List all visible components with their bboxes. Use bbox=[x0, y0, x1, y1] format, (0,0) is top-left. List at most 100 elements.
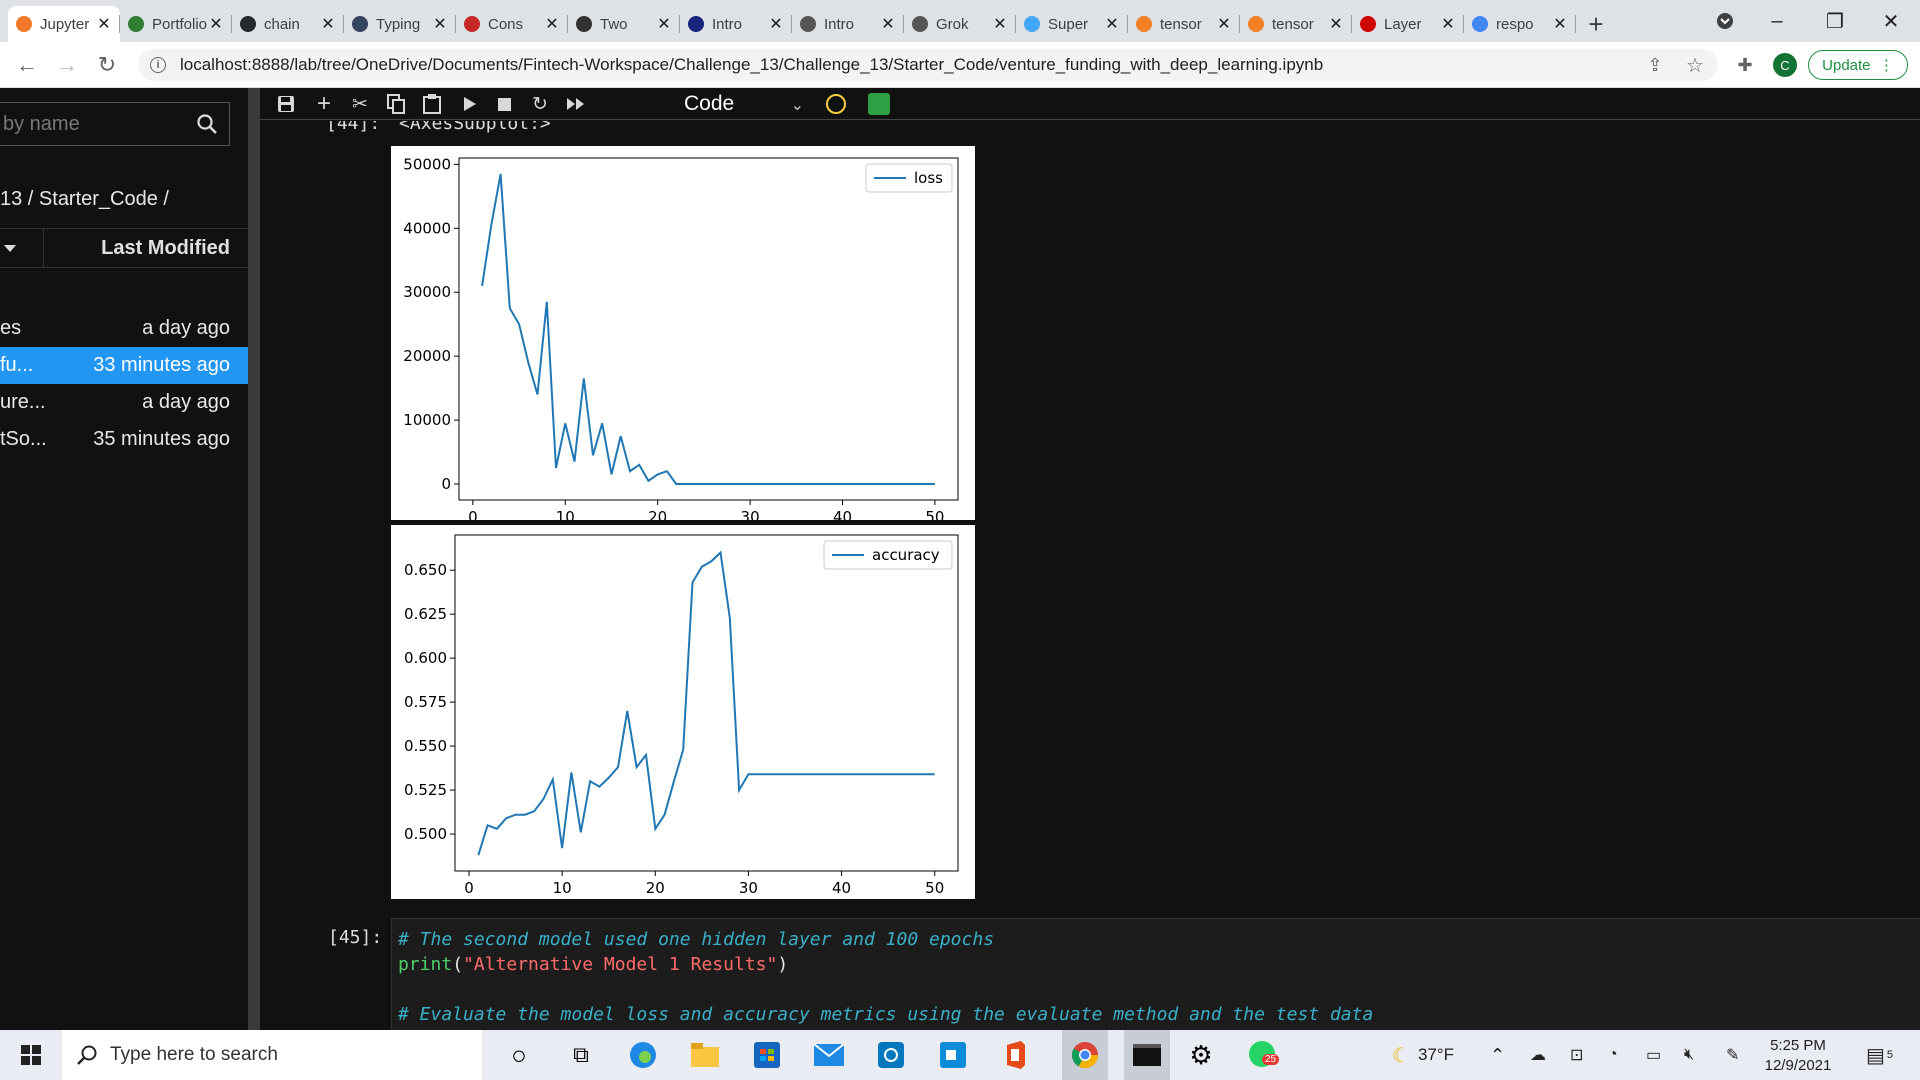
file-row[interactable]: tSo... 35 minutes ago bbox=[0, 421, 248, 458]
browser-tab[interactable]: Typing ✕ bbox=[344, 6, 456, 42]
edge-icon[interactable] bbox=[628, 1040, 658, 1070]
x-tick-label: 40 bbox=[833, 508, 852, 520]
browser-tab[interactable]: Grok ✕ bbox=[904, 6, 1016, 42]
file-row[interactable]: es a day ago bbox=[0, 310, 248, 347]
close-tab-icon[interactable]: ✕ bbox=[1552, 14, 1568, 34]
browser-tab[interactable]: Super ✕ bbox=[1016, 6, 1128, 42]
system-clock[interactable]: 5:25 PM 12/9/2021 bbox=[1752, 1036, 1844, 1076]
remote-app-icon[interactable] bbox=[876, 1040, 906, 1070]
browser-tab[interactable]: Intro ✕ bbox=[680, 6, 792, 42]
chrome-icon[interactable] bbox=[1062, 1030, 1108, 1080]
volume-muted-icon[interactable]: 🔇︎ bbox=[1684, 1030, 1694, 1080]
close-tab-icon[interactable]: ✕ bbox=[880, 14, 896, 34]
office-icon[interactable] bbox=[1000, 1040, 1030, 1070]
browser-tab[interactable]: Jupyter ✕ bbox=[8, 6, 120, 42]
fast-forward-icon[interactable] bbox=[562, 90, 590, 118]
file-row[interactable]: fu... 33 minutes ago bbox=[0, 347, 248, 384]
browser-tab[interactable]: Portfolio ✕ bbox=[120, 6, 232, 42]
browser-tab[interactable]: Two ✕ bbox=[568, 6, 680, 42]
terminal-icon[interactable] bbox=[1124, 1030, 1170, 1080]
browser-tab[interactable]: Intro ✕ bbox=[792, 6, 904, 42]
mail-icon[interactable] bbox=[814, 1040, 844, 1070]
minimize-icon[interactable]: – bbox=[1748, 0, 1806, 42]
profile-avatar[interactable]: C bbox=[1773, 53, 1797, 77]
sort-toggle[interactable] bbox=[0, 229, 44, 267]
pen-icon[interactable]: ✎ bbox=[1726, 1030, 1739, 1080]
last-modified-header[interactable]: Last Modified bbox=[44, 237, 248, 260]
file-row[interactable]: ure... a day ago bbox=[0, 384, 248, 421]
file-modified: a day ago bbox=[142, 317, 230, 339]
update-button[interactable]: Update ⋮ bbox=[1808, 50, 1908, 80]
battery-icon[interactable]: ▭ bbox=[1646, 1030, 1661, 1080]
cut-icon[interactable]: ✂ bbox=[346, 90, 374, 118]
close-tab-icon[interactable]: ✕ bbox=[544, 14, 560, 34]
task-view-icon[interactable]: ⧉ bbox=[566, 1040, 596, 1070]
close-tab-icon[interactable]: ✕ bbox=[320, 14, 336, 34]
paste-icon[interactable] bbox=[418, 90, 446, 118]
forward-icon[interactable]: → bbox=[52, 50, 82, 80]
share-icon[interactable]: ⇪ bbox=[1640, 50, 1670, 80]
settings-gear-icon[interactable]: ⚙ bbox=[1186, 1040, 1216, 1070]
close-tab-icon[interactable]: ✕ bbox=[1104, 14, 1120, 34]
close-tab-icon[interactable]: ✕ bbox=[1328, 14, 1344, 34]
zoom-icon[interactable] bbox=[938, 1040, 968, 1070]
close-tab-icon[interactable]: ✕ bbox=[208, 14, 224, 34]
bookmark-star-icon[interactable]: ☆ bbox=[1680, 50, 1710, 80]
save-icon[interactable] bbox=[272, 90, 300, 118]
whatsapp-icon[interactable]: 25 bbox=[1248, 1040, 1280, 1070]
breadcrumb[interactable]: 13 / Starter_Code / bbox=[0, 188, 169, 211]
browser-tab[interactable]: chain ✕ bbox=[232, 6, 344, 42]
extensions-icon[interactable]: ✚ bbox=[1730, 50, 1760, 80]
browser-tab[interactable]: Layer ✕ bbox=[1352, 6, 1464, 42]
close-tab-icon[interactable]: ✕ bbox=[1216, 14, 1232, 34]
restart-icon[interactable]: ↻ bbox=[526, 90, 554, 118]
store-icon[interactable] bbox=[752, 1040, 782, 1070]
close-tab-icon[interactable]: ✕ bbox=[432, 14, 448, 34]
close-window-icon[interactable]: ✕ bbox=[1862, 0, 1920, 42]
add-cell-icon[interactable]: + bbox=[310, 90, 338, 118]
new-tab-button[interactable]: + bbox=[1576, 6, 1616, 42]
copy-icon[interactable] bbox=[382, 90, 410, 118]
x-tick-label: 20 bbox=[646, 879, 665, 897]
stack-icon bbox=[1248, 16, 1264, 32]
panel-splitter[interactable] bbox=[248, 88, 260, 1030]
weather-widget[interactable]: ☾ 37°F bbox=[1392, 1030, 1454, 1080]
close-tab-icon[interactable]: ✕ bbox=[992, 14, 1008, 34]
cortana-icon[interactable]: ○ bbox=[504, 1040, 534, 1070]
kernel-status-icon bbox=[826, 94, 846, 114]
y-tick-label: 10000 bbox=[403, 411, 451, 429]
file-filter-input[interactable]: by name bbox=[0, 102, 230, 146]
reload-icon[interactable]: ↻ bbox=[92, 50, 122, 80]
back-icon[interactable]: ← bbox=[12, 50, 42, 80]
stop-icon[interactable] bbox=[490, 90, 518, 118]
close-tab-icon[interactable]: ✕ bbox=[656, 14, 672, 34]
close-tab-icon[interactable]: ✕ bbox=[96, 14, 112, 34]
close-tab-icon[interactable]: ✕ bbox=[768, 14, 784, 34]
weather-temp: 37°F bbox=[1417, 1045, 1455, 1064]
wifi-icon[interactable]: ◔ bbox=[1608, 1030, 1618, 1080]
meet-now-icon[interactable]: ⊡ bbox=[1570, 1030, 1583, 1080]
browser-tab[interactable]: respo ✕ bbox=[1464, 6, 1576, 42]
browser-tab[interactable]: tensor ✕ bbox=[1240, 6, 1352, 42]
restore-icon[interactable]: ❐ bbox=[1806, 0, 1864, 42]
browser-tab[interactable]: tensor ✕ bbox=[1128, 6, 1240, 42]
tab-search-icon[interactable] bbox=[1696, 0, 1754, 42]
show-hidden-icons[interactable]: ⌃ bbox=[1490, 1030, 1505, 1080]
y-tick-label: 0.550 bbox=[404, 737, 447, 755]
code-print-keyword: print bbox=[398, 954, 453, 975]
file-explorer-icon[interactable] bbox=[690, 1040, 720, 1070]
github-icon bbox=[240, 16, 256, 32]
code-cell[interactable]: # The second model used one hidden layer… bbox=[391, 918, 1920, 1030]
cell-type-dropdown[interactable]: Code ⌄ bbox=[684, 90, 804, 118]
close-tab-icon[interactable]: ✕ bbox=[1440, 14, 1456, 34]
browser-tab[interactable]: Cons ✕ bbox=[456, 6, 568, 42]
property-inspector-icon[interactable] bbox=[868, 93, 890, 115]
notifications-icon[interactable]: ▤ 5 bbox=[1866, 1030, 1893, 1080]
windows-start-icon[interactable] bbox=[16, 1040, 46, 1070]
site-info-icon[interactable]: i bbox=[150, 57, 166, 73]
run-icon[interactable] bbox=[456, 90, 484, 118]
url-bar[interactable]: i localhost:8888/lab/tree/OneDrive/Docum… bbox=[138, 49, 1718, 81]
taskbar-search-input[interactable]: Type here to search bbox=[62, 1030, 482, 1080]
file-modified: a day ago bbox=[142, 391, 230, 413]
onedrive-icon[interactable]: ☁ bbox=[1530, 1030, 1546, 1080]
